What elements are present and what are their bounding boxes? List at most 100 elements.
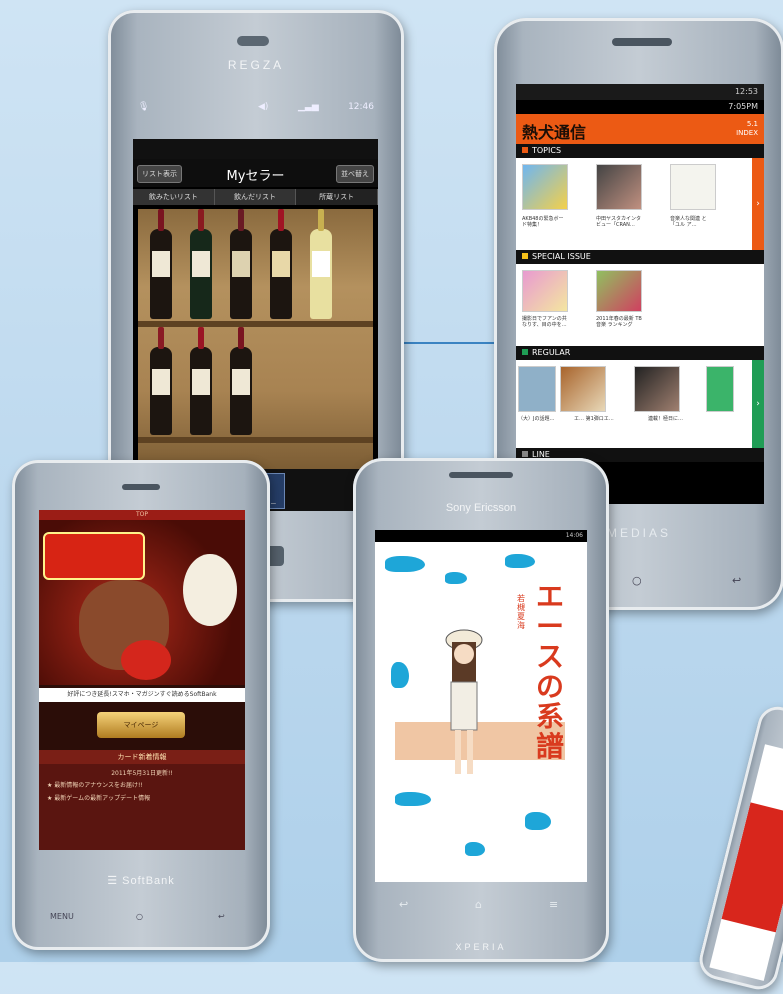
tab-want[interactable]: 飲みたいリスト <box>133 189 215 205</box>
status-time: 14:06 <box>565 532 583 539</box>
decor-blob <box>385 556 425 572</box>
status-bar: 🎙 ◀) ▁▃▅ 12:46 <box>138 102 374 118</box>
girl-illustration <box>445 629 483 774</box>
news-panel: カード新着情報 2011年5月31日更新!! ★ 最新情報のアナウンスをお届け!… <box>39 750 245 850</box>
tab-owned[interactable]: 所蔵リスト <box>296 189 378 205</box>
regular-thumb[interactable] <box>518 366 556 412</box>
earpiece <box>122 484 160 490</box>
wine-bottle[interactable] <box>190 327 212 435</box>
topic-thumb[interactable] <box>522 164 568 210</box>
volume-icon: ◀) <box>258 102 269 112</box>
magazine-logo: 熱犬通信 <box>522 123 587 142</box>
medias-screen: 12:53 7:05PM 熱犬通信 5.1 INDEX TOPICS AKB48の… <box>516 84 764 504</box>
mic-icon: 🎙 <box>138 102 150 112</box>
wine-bottle[interactable] <box>150 209 172 319</box>
menu-key[interactable]: MENU <box>50 912 74 921</box>
regular-thumb[interactable] <box>634 366 680 412</box>
regular-thumb[interactable] <box>560 366 606 412</box>
topic-thumb[interactable] <box>670 164 716 210</box>
back-key[interactable]: ↩ <box>732 574 741 587</box>
status-time: 12:53 <box>734 87 758 96</box>
home-key[interactable]: ○ <box>136 912 143 921</box>
xperia-phone: Sony Ericsson 14:06 エースの系譜 若槻夏海 ↩ ⌂ ≡ XP… <box>353 458 609 962</box>
magazine-header: 熱犬通信 5.1 INDEX <box>516 114 764 144</box>
regular-caption: （大）Jの話題… <box>518 416 555 422</box>
shelf-plank <box>138 437 373 443</box>
comic-cover[interactable]: エースの系譜 若槻夏海 <box>375 542 587 882</box>
topic-caption: 音楽人な関連 と「ユル ア… <box>670 216 707 228</box>
section-topics: TOPICS <box>516 144 764 158</box>
special-row: 撮影日でフアンの共なりす、目の中を… 2011年春の最新 TB 音楽 ランキング <box>516 264 764 346</box>
section-regular: REGULAR <box>516 346 764 360</box>
home-key[interactable]: ⌂ <box>475 898 482 911</box>
boxing-glove <box>121 640 171 680</box>
earpiece <box>449 472 513 478</box>
status-bar: 12:53 <box>516 84 764 100</box>
cover-title: エースの系譜 <box>535 580 564 763</box>
back-key[interactable]: ↩ <box>399 898 408 911</box>
topic-caption: 中田ヤスタカインタビュー「CRAN… <box>596 216 642 228</box>
regza-screen: リスト表示 Myセラー 並べ替え 飲みたいリスト 飲んだリスト 所蔵リスト My… <box>133 139 378 511</box>
decor-blob <box>391 662 409 688</box>
regular-caption: 連載！極日に… <box>648 416 684 422</box>
regular-caption: エ… 第1弾ロエ… <box>574 416 614 422</box>
top-strip: TOP <box>39 510 245 520</box>
regular-row: （大）Jの話題… エ… 第1弾ロエ… 連載！極日に… › <box>516 360 764 448</box>
partial-screen <box>709 744 783 981</box>
tab-drank[interactable]: 飲んだリスト <box>214 189 297 205</box>
top-bar <box>133 139 378 159</box>
clock-text: 7:05PM <box>728 102 758 111</box>
decor-blob <box>395 792 431 806</box>
partial-phone <box>695 702 783 994</box>
next-arrow-icon[interactable]: › <box>752 158 764 250</box>
shelf-plank <box>138 321 373 327</box>
signal-icon: ▁▃▅ <box>298 102 319 112</box>
index-label[interactable]: 5.1 INDEX <box>736 120 758 138</box>
connector-line <box>395 342 495 344</box>
wine-bottle[interactable] <box>230 327 252 435</box>
mypage-button[interactable]: マイページ <box>97 712 185 738</box>
section-special: SPECIAL ISSUE <box>516 250 764 264</box>
home-key[interactable]: ○ <box>632 574 642 587</box>
back-key[interactable]: ↩ <box>218 912 225 921</box>
app-header: リスト表示 Myセラー 並べ替え <box>133 159 378 187</box>
decor-blob <box>525 812 551 830</box>
manga-banner[interactable] <box>39 520 245 685</box>
brand-label: REGZA <box>227 58 285 72</box>
decor-blob <box>445 572 467 584</box>
softbank-phone: TOP 好評につき延長!スマホ・マガジンすぐ読めるSoftBank マイページ … <box>12 460 270 950</box>
earpiece <box>237 36 269 46</box>
special-thumb[interactable] <box>522 270 568 312</box>
cover-author: 若槻夏海 <box>517 594 525 630</box>
decor-blob <box>505 554 535 568</box>
brand-label: Sony Ericsson <box>445 502 517 514</box>
wine-shelf <box>138 209 373 469</box>
promo-text: 好評につき延長!スマホ・マガジンすぐ読めるSoftBank <box>39 688 245 702</box>
special-thumb[interactable] <box>596 270 642 312</box>
news-item[interactable]: ★ 最新情報のアナウンスをお届け!! <box>47 782 237 790</box>
topic-caption: AKB48の緊急ボード特集！ <box>522 216 564 228</box>
wine-bottle[interactable] <box>190 209 212 319</box>
next-arrow-icon[interactable]: › <box>752 360 764 448</box>
news-item[interactable]: ★ 最新ゲームの最新アップデート情報 <box>47 795 237 803</box>
xperia-screen: 14:06 エースの系譜 若槻夏海 <box>375 530 587 882</box>
brand-label: ☰ SoftBank <box>107 875 175 887</box>
status-time: 12:46 <box>348 102 374 112</box>
news-header: カード新着情報 <box>39 750 245 764</box>
topic-thumb[interactable] <box>596 164 642 210</box>
earpiece <box>612 38 672 46</box>
sort-button[interactable]: 並べ替え <box>336 165 374 183</box>
wine-bottle[interactable] <box>150 327 172 435</box>
menu-key[interactable]: ≡ <box>549 898 558 911</box>
decor-blob <box>465 842 485 856</box>
news-date: 2011年5月31日更新!! <box>111 770 173 777</box>
wine-bottle[interactable] <box>230 209 252 319</box>
regular-thumb[interactable] <box>706 366 734 412</box>
speech-bubble <box>183 554 237 626</box>
status-bar: 14:06 <box>375 530 587 542</box>
wine-bottle[interactable] <box>270 209 292 319</box>
special-caption: 撮影日でフアンの共なりす、目の中を… <box>522 316 567 328</box>
topics-row: AKB48の緊急ボード特集！ 中田ヤスタカインタビュー「CRAN… 音楽人な関連… <box>516 158 764 250</box>
brand-label: XPERIA <box>455 942 507 952</box>
wine-bottle[interactable] <box>310 209 332 319</box>
